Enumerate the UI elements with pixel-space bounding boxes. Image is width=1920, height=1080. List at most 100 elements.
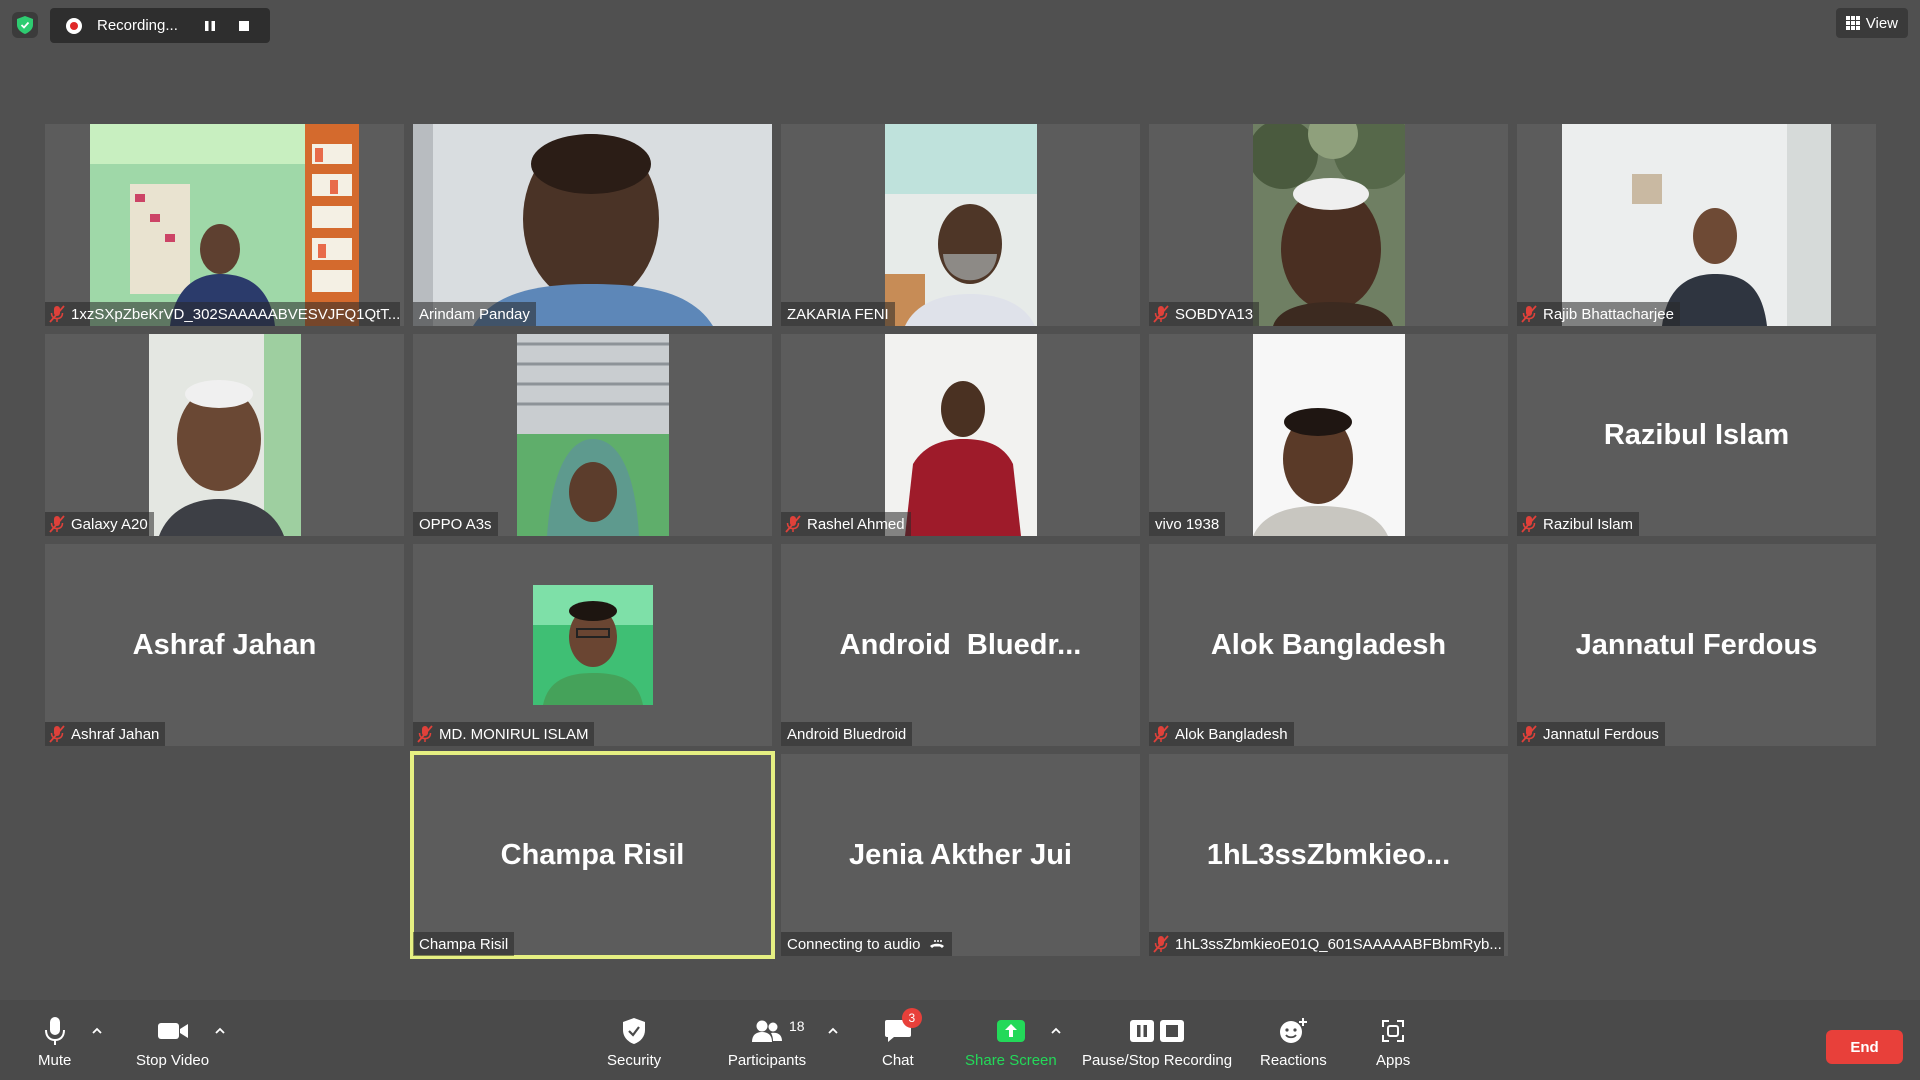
microphone-icon: [44, 1017, 65, 1045]
participant-nameplate: Jannatul Ferdous: [1517, 722, 1665, 746]
participant-tile[interactable]: OPPO A3s: [413, 334, 772, 536]
reactions-button[interactable]: Reactions: [1260, 1014, 1327, 1069]
security-label: Security: [607, 1052, 662, 1069]
participant-video: [1253, 124, 1405, 326]
participant-nameplate: OPPO A3s: [413, 512, 498, 536]
participants-label: Participants: [727, 1052, 807, 1069]
participant-nameplate: Rashel Ahmed: [781, 512, 911, 536]
participant-display-name: 1hL3ssZbmkieo...: [1206, 838, 1451, 871]
participant-nameplate: ZAKARIA FENI: [781, 302, 895, 326]
security-button[interactable]: Security: [607, 1014, 661, 1069]
participant-name: Alok Bangladesh: [1175, 725, 1288, 743]
participants-options-chevron-icon[interactable]: [826, 1024, 840, 1038]
participant-name: MD. MONIRUL ISLAM: [439, 725, 589, 743]
participant-nameplate: vivo 1938: [1149, 512, 1226, 536]
pause-recording-button[interactable]: [193, 8, 227, 43]
video-camera-icon: [157, 1023, 188, 1039]
participant-tile[interactable]: 1xzSXpZbeKrVD_302SAAAAABVESVJFQ1QtT...: [45, 124, 404, 326]
security-shield-icon[interactable]: [12, 12, 38, 38]
participant-name: OPPO A3s: [419, 515, 492, 533]
participant-tile[interactable]: Ashraf Jahan Ashraf Jahan: [45, 544, 404, 746]
participant-nameplate: Connecting to audio: [781, 932, 953, 956]
participant-tile[interactable]: Jenia Akther Jui Connecting to audio: [781, 754, 1140, 956]
participant-tile[interactable]: vivo 1938: [1149, 334, 1508, 536]
participant-tile[interactable]: Rashel Ahmed: [781, 334, 1140, 536]
participant-name: Android Bluedroid: [787, 725, 907, 743]
apps-icon: [1382, 1020, 1405, 1042]
participant-video: [413, 124, 772, 326]
mic-muted-icon: [417, 725, 433, 743]
participant-nameplate: Galaxy A20: [45, 512, 154, 536]
view-label: View: [1865, 14, 1898, 32]
mic-muted-icon: [1153, 935, 1169, 953]
mute-button[interactable]: Mute: [38, 1014, 71, 1069]
participant-nameplate: Android Bluedroid: [781, 722, 913, 746]
stop-recording-button[interactable]: [227, 8, 261, 43]
meeting-toolbar: Mute Stop Video Security 18 Participants…: [0, 1000, 1920, 1080]
participant-tile[interactable]: 1hL3ssZbmkieo... 1hL3ssZbmkieoE01Q_601SA…: [1149, 754, 1508, 956]
participant-nameplate: Alok Bangladesh: [1149, 722, 1294, 746]
connecting-phone-icon: [930, 940, 945, 948]
participant-tile[interactable]: Rajib Bhattacharjee: [1517, 124, 1876, 326]
mic-muted-icon: [785, 515, 801, 533]
participant-name: ZAKARIA FENI: [787, 305, 889, 323]
participant-video: [885, 334, 1037, 536]
mic-muted-icon: [1153, 725, 1169, 743]
mic-muted-icon: [1521, 725, 1537, 743]
participant-name: Rajib Bhattacharjee: [1543, 305, 1674, 323]
audio-options-chevron-icon[interactable]: [90, 1024, 104, 1038]
shield-icon: [623, 1018, 646, 1044]
mic-muted-icon: [1521, 305, 1537, 323]
share-screen-label: Share Screen: [965, 1052, 1057, 1069]
grid-icon: [1845, 16, 1860, 30]
video-options-chevron-icon[interactable]: [213, 1024, 227, 1038]
participant-tile-active-speaker[interactable]: Champa Risil Champa Risil: [410, 751, 775, 959]
recording-label: Recording...: [97, 17, 178, 34]
participant-tile[interactable]: SOBDYA13: [1149, 124, 1508, 326]
participant-name: Champa Risil: [419, 935, 509, 953]
participant-name: Arindam Panday: [419, 305, 530, 323]
end-meeting-button[interactable]: End: [1826, 1030, 1903, 1064]
participant-video: [90, 124, 359, 326]
participant-name: Galaxy A20: [71, 515, 148, 533]
pause-stop-recording-button[interactable]: Pause/Stop Recording: [1082, 1014, 1232, 1069]
participant-name: Razibul Islam: [1543, 515, 1634, 533]
participants-button[interactable]: 18 Participants: [727, 1014, 807, 1069]
reactions-label: Reactions: [1260, 1052, 1327, 1069]
participant-nameplate: 1hL3ssZbmkieoE01Q_601SAAAAABFBbmRyb...: [1149, 932, 1504, 956]
stop-video-button[interactable]: Stop Video: [136, 1014, 209, 1069]
participant-tile[interactable]: Arindam Panday: [413, 124, 772, 326]
share-screen-button[interactable]: Share Screen: [965, 1014, 1057, 1069]
mic-muted-icon: [49, 725, 65, 743]
participant-nameplate: Champa Risil: [413, 932, 515, 956]
participant-display-name: Jannatul Ferdous: [1575, 628, 1818, 661]
recording-indicator: Recording...: [50, 8, 270, 43]
apps-button[interactable]: Apps: [1376, 1014, 1410, 1069]
participant-video: [1253, 334, 1405, 536]
mic-muted-icon: [49, 515, 65, 533]
participant-tile[interactable]: Galaxy A20: [45, 334, 404, 536]
participant-name: Rashel Ahmed: [807, 515, 905, 533]
chat-button[interactable]: 3 Chat: [882, 1008, 922, 1069]
participant-display-name: Champa Risil: [500, 838, 685, 871]
participant-tile[interactable]: Jannatul Ferdous Jannatul Ferdous: [1517, 544, 1876, 746]
participant-video: [517, 334, 669, 536]
participant-nameplate: SOBDYA13: [1149, 302, 1260, 326]
gallery-view: 1xzSXpZbeKrVD_302SAAAAABVESVJFQ1QtT... A…: [45, 124, 1876, 964]
participant-tile[interactable]: Android Bluedr... Android Bluedroid: [781, 544, 1140, 746]
mute-label: Mute: [38, 1052, 72, 1069]
participant-tile[interactable]: ZAKARIA FENI: [781, 124, 1140, 326]
recording-dot-icon: [66, 17, 82, 34]
participant-video: [149, 334, 301, 536]
participant-name: Ashraf Jahan: [71, 725, 160, 743]
participant-tile[interactable]: MD. MONIRUL ISLAM: [413, 544, 772, 746]
view-button[interactable]: View: [1835, 8, 1908, 38]
share-options-chevron-icon[interactable]: [1049, 1024, 1063, 1038]
participant-tile[interactable]: Alok Bangladesh Alok Bangladesh: [1149, 544, 1508, 746]
participant-tile[interactable]: Razibul Islam Razibul Islam: [1517, 334, 1876, 536]
apps-label: Apps: [1376, 1052, 1411, 1069]
pause-stop-icon: [1130, 1020, 1185, 1042]
participant-nameplate: Razibul Islam: [1517, 512, 1640, 536]
participant-video: [885, 124, 1037, 326]
mic-muted-icon: [1153, 305, 1169, 323]
